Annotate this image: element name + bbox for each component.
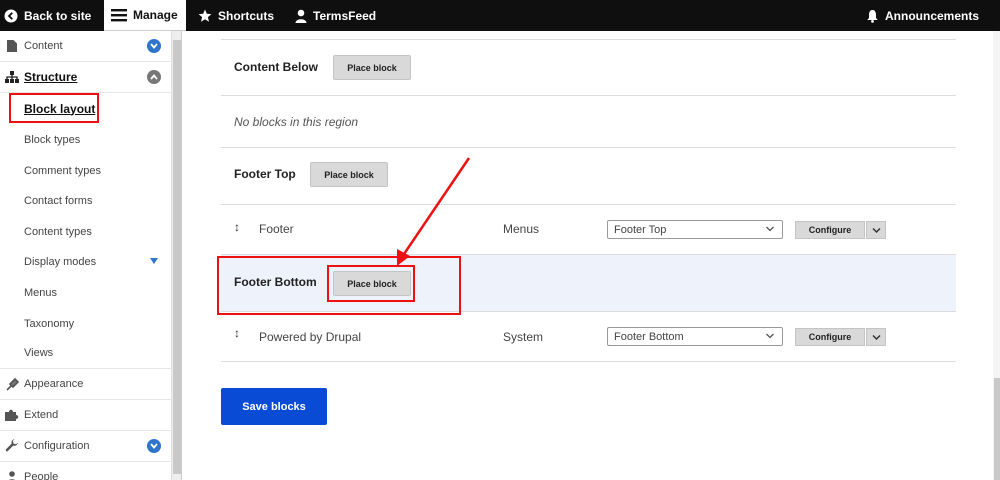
main-scrollbar-thumb[interactable] [994, 378, 1000, 480]
annotation-arrow [397, 157, 471, 266]
